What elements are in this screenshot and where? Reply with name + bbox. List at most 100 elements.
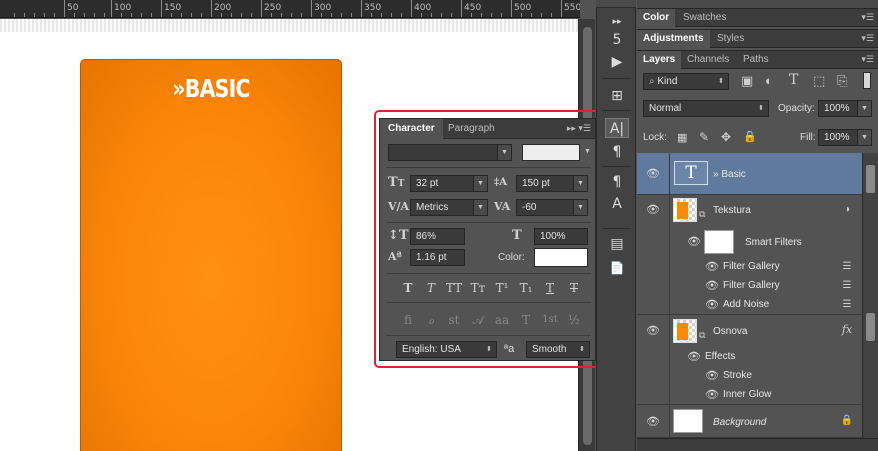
collapse-icon[interactable]: ▸▸ xyxy=(605,12,629,32)
fill-input[interactable]: 100% ▼ xyxy=(818,129,872,146)
smart-object-filter-icon[interactable]: ⎘ xyxy=(837,73,847,89)
filter-blending-options-icon[interactable]: ☰ xyxy=(840,281,854,291)
titling-alternates-button[interactable]: T xyxy=(516,311,536,329)
smart-filter-indicator-icon[interactable]: ◑ xyxy=(840,205,854,215)
lock-all-icon[interactable]: 🔒 xyxy=(743,130,757,143)
filter-name[interactable]: Filter Gallery xyxy=(723,280,780,291)
filter-name[interactable]: Add Noise xyxy=(723,299,769,310)
visibility-eye-icon[interactable]: 👁 xyxy=(646,326,660,337)
tracking-input[interactable]: -60 ▼ xyxy=(516,199,588,216)
old-style-button[interactable]: ℴ xyxy=(421,311,441,329)
swash-button[interactable]: 𝒜 xyxy=(468,311,488,329)
layer-name[interactable]: » Basic xyxy=(713,169,746,180)
stylistic-alternates-button[interactable]: aa xyxy=(492,311,512,329)
layer-comps-icon[interactable]: ▤ xyxy=(605,234,629,254)
actions-play-icon[interactable]: ▶ xyxy=(605,52,629,72)
visibility-eye-icon[interactable]: 👁 xyxy=(646,169,660,180)
visibility-eye-icon[interactable]: 👁 xyxy=(646,205,660,216)
tab-swatches[interactable]: Swatches xyxy=(677,9,732,27)
superscript-button[interactable]: T¹ xyxy=(492,279,512,297)
language-select[interactable]: English: USA ⬍ xyxy=(396,341,497,358)
horizontal-scale-input[interactable]: 100% xyxy=(534,228,588,245)
chevron-down-icon[interactable]: ▼ xyxy=(584,148,591,155)
faux-italic-button[interactable]: T xyxy=(421,279,441,297)
filter-row[interactable]: 👁 Filter Gallery ☰ xyxy=(637,257,862,276)
effect-name[interactable]: Inner Glow xyxy=(723,389,771,400)
info-icon[interactable]: ⊞ xyxy=(605,86,629,106)
filter-name[interactable]: Filter Gallery xyxy=(723,261,780,272)
adjustment-filter-icon[interactable]: ◐ xyxy=(765,73,773,88)
paragraph-styles-icon[interactable]: ¶ xyxy=(605,172,629,192)
all-caps-button[interactable]: TT xyxy=(444,279,464,297)
visibility-eye-icon[interactable]: 👁 xyxy=(705,262,719,273)
kerning-select[interactable]: Metrics ▼ xyxy=(410,199,488,216)
layer-name[interactable]: Background xyxy=(713,417,766,428)
pixel-filter-icon[interactable]: ▣ xyxy=(741,73,753,89)
text-color-swatch[interactable] xyxy=(534,248,588,267)
layer-name[interactable]: Osnova xyxy=(713,326,747,337)
layer-name[interactable]: Tekstura xyxy=(713,205,751,216)
tab-color[interactable]: Color xyxy=(637,9,676,27)
scrollbar-thumb[interactable] xyxy=(866,313,875,341)
panel-menu-icon[interactable]: ▾☰ xyxy=(861,33,874,44)
layer-row-tekstura[interactable]: 👁 ⧉ Tekstura ◑ xyxy=(637,195,862,227)
effect-row[interactable]: 👁 Stroke xyxy=(637,366,862,385)
lock-transparent-icon[interactable]: ▦ xyxy=(677,131,687,144)
orange-card[interactable]: »BASIC xyxy=(80,59,342,451)
visibility-eye-icon[interactable]: 👁 xyxy=(646,417,660,428)
effects-row[interactable]: 👁 Effects xyxy=(637,347,862,366)
effect-row[interactable]: 👁 Inner Glow xyxy=(637,385,862,405)
character-styles-icon[interactable]: A xyxy=(605,194,629,214)
leading-input[interactable]: 150 pt ▼ xyxy=(516,175,588,192)
tab-styles[interactable]: Styles xyxy=(711,30,750,48)
blend-mode-select[interactable]: Normal ⬍ xyxy=(643,100,769,117)
visibility-eye-icon[interactable]: 👁 xyxy=(687,237,701,248)
panel-menu-icon[interactable]: ▾☰ xyxy=(861,54,874,65)
font-family-select[interactable]: ▼ xyxy=(388,144,512,161)
font-style-select[interactable] xyxy=(522,144,580,161)
tab-adjustments[interactable]: Adjustments xyxy=(637,30,710,48)
panel-menu-icon[interactable]: ▾☰ xyxy=(861,12,874,23)
layer-row-basic[interactable]: 👁 T » Basic xyxy=(637,153,862,195)
layer-row-osnova[interactable]: 👁 ⧉ Osnova fx xyxy=(637,315,862,347)
underline-button[interactable]: T xyxy=(540,279,560,297)
strikethrough-button[interactable]: T xyxy=(564,279,584,297)
shape-filter-icon[interactable]: ⬚ xyxy=(813,73,825,89)
filter-row[interactable]: 👁 Add Noise ☰ xyxy=(637,295,862,315)
vertical-scale-input[interactable]: 86% xyxy=(410,228,465,245)
tab-paragraph[interactable]: Paragraph xyxy=(440,119,503,139)
layer-row-background[interactable]: 👁 Background 🔒 xyxy=(637,405,862,438)
ligatures-button[interactable]: ﬁ xyxy=(398,311,418,329)
tab-channels[interactable]: Channels xyxy=(681,51,735,69)
panel-menu-icon[interactable]: ▸▸ ▾☰ xyxy=(567,123,591,134)
notes-icon[interactable]: 📄 xyxy=(605,258,629,278)
discretionary-ligatures-button[interactable]: st xyxy=(444,311,464,329)
tab-layers[interactable]: Layers xyxy=(637,51,682,69)
subscript-button[interactable]: T₁ xyxy=(516,279,536,297)
paragraph-panel-icon[interactable]: ¶ xyxy=(605,142,629,162)
faux-bold-button[interactable]: T xyxy=(398,279,418,297)
effect-name[interactable]: Stroke xyxy=(723,370,752,381)
anti-alias-select[interactable]: Smooth ⬍ xyxy=(526,341,590,358)
filter-blending-options-icon[interactable]: ☰ xyxy=(840,300,854,310)
lock-pixels-brush-icon[interactable]: ✎ xyxy=(699,130,709,144)
lock-position-move-icon[interactable]: ✥ xyxy=(721,130,731,144)
character-panel-icon[interactable]: A| xyxy=(605,118,629,138)
visibility-eye-icon[interactable]: 👁 xyxy=(705,390,719,401)
font-size-input[interactable]: 32 pt ▼ xyxy=(410,175,488,192)
visibility-eye-icon[interactable]: 👁 xyxy=(687,352,701,363)
baseline-shift-input[interactable]: 1.16 pt xyxy=(410,249,465,266)
layers-scrollbar[interactable] xyxy=(862,153,878,438)
tab-character[interactable]: Character xyxy=(380,119,443,139)
visibility-eye-icon[interactable]: 👁 xyxy=(705,300,719,311)
tab-paths[interactable]: Paths xyxy=(737,51,775,69)
filter-kind-select[interactable]: ⌕ Kind ⬍ xyxy=(643,73,729,90)
visibility-eye-icon[interactable]: 👁 xyxy=(705,281,719,292)
opacity-input[interactable]: 100% ▼ xyxy=(818,100,872,117)
smart-filters-row[interactable]: 👁 Smart Filters xyxy=(637,227,862,257)
filter-toggle-switch[interactable] xyxy=(863,72,871,89)
history-icon[interactable]: 5 xyxy=(605,30,629,50)
small-caps-button[interactable]: Tт xyxy=(468,279,488,297)
type-filter-icon[interactable]: T xyxy=(789,72,798,88)
fx-icon[interactable]: fx xyxy=(840,324,854,335)
